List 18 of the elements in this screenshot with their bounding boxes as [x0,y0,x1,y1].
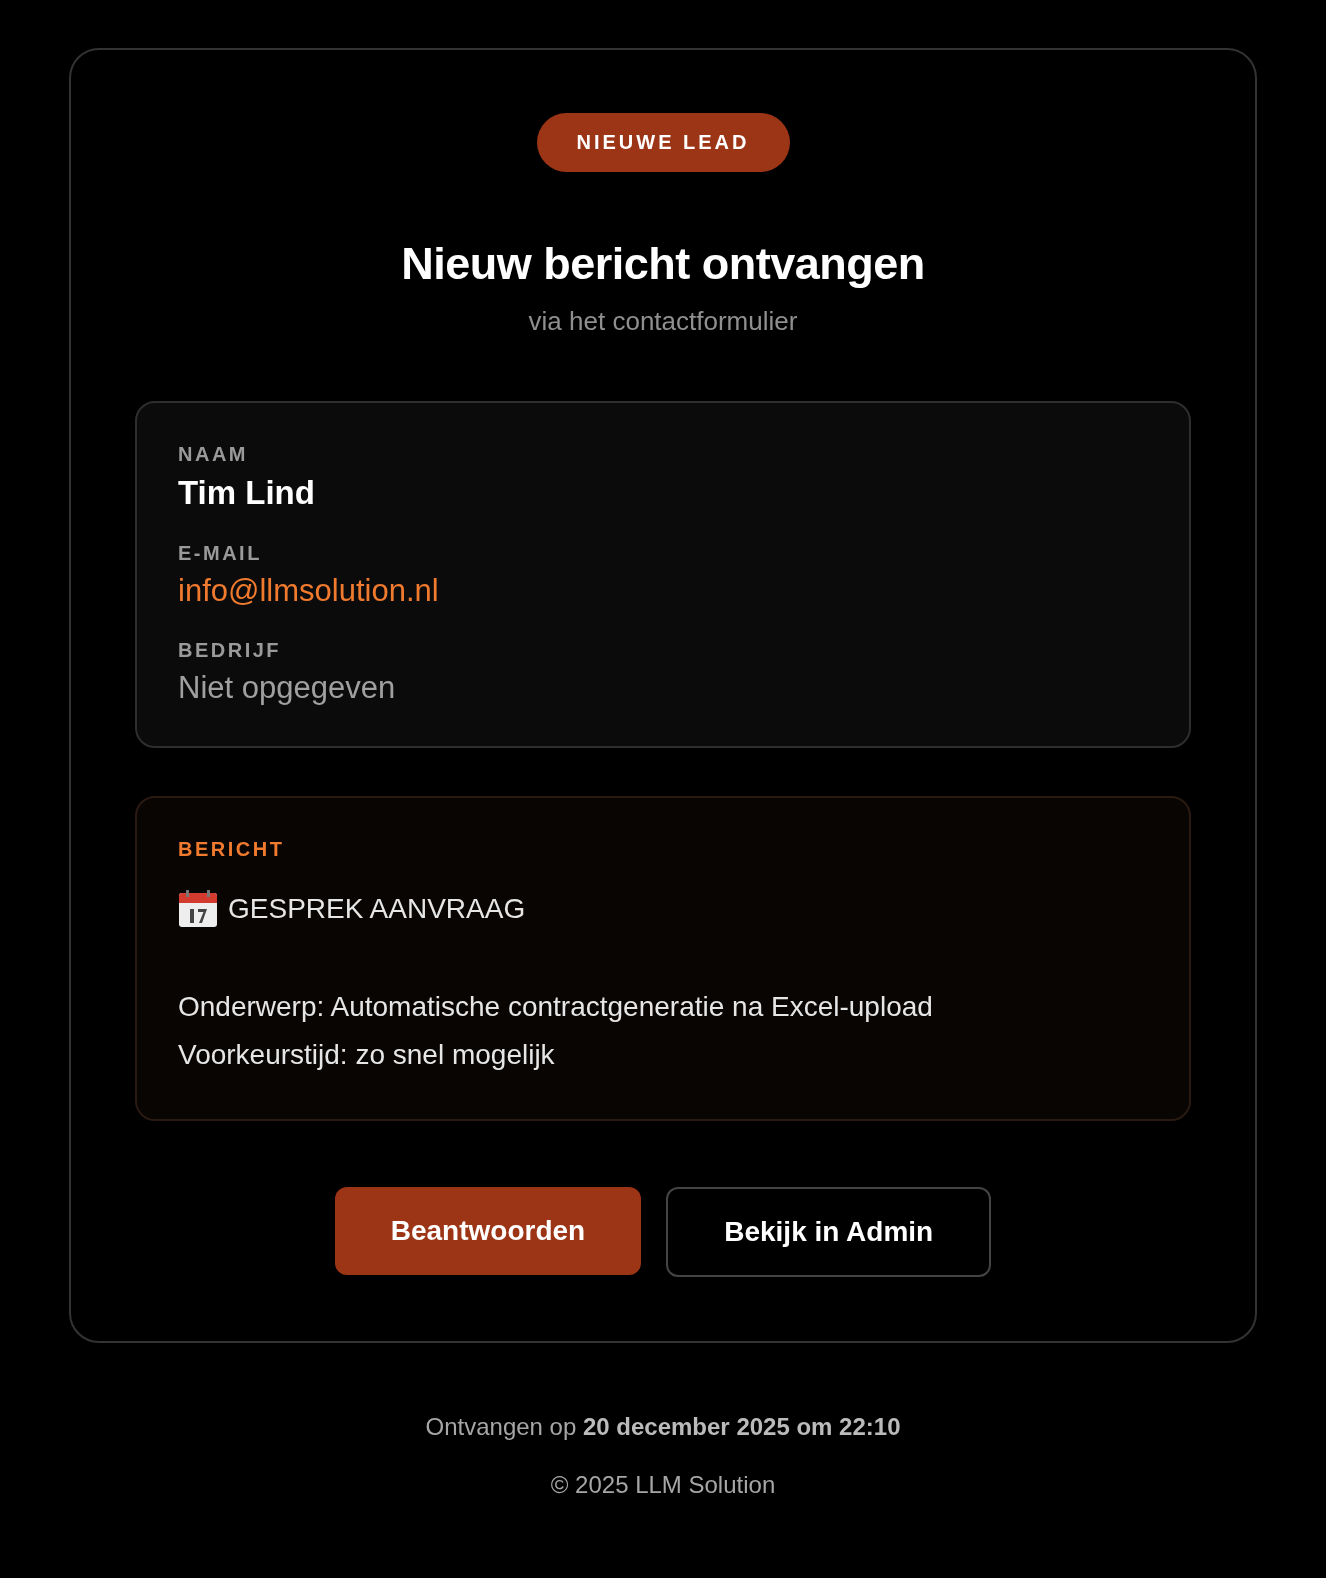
message-heading: GESPREK AANVRAAG [228,892,526,926]
email-link[interactable]: info@llmsolution.nl [178,573,1148,609]
message-label: BERICHT [178,838,286,861]
calendar-icon [178,890,218,928]
received-date: Ontvangen op 20 december 2025 om 22:10 [425,1413,901,1441]
reply-button[interactable]: Beantwoorden [334,1187,642,1275]
admin-button[interactable]: Bekijk in Admin [666,1187,992,1277]
message-line: Voorkeurstijd: zo snel mogelijk [178,1038,556,1072]
message-line: Onderwerp: Automatische contractgeneratie na Excel-upload [178,990,934,1024]
copyright: © 2025 LLM Solution [550,1471,776,1499]
field-label: NAAM [178,443,249,466]
field-label: E-MAIL [178,542,263,565]
field-label: BEDRIJF [178,639,283,662]
field-value: Tim Lind [178,474,316,512]
subtitle: via het contactformulier [528,306,798,337]
heading: Nieuw bericht ontvangen [401,238,925,290]
lead-badge: NIEUWE LEAD [536,113,790,172]
field-value: Niet opgegeven [178,670,397,706]
